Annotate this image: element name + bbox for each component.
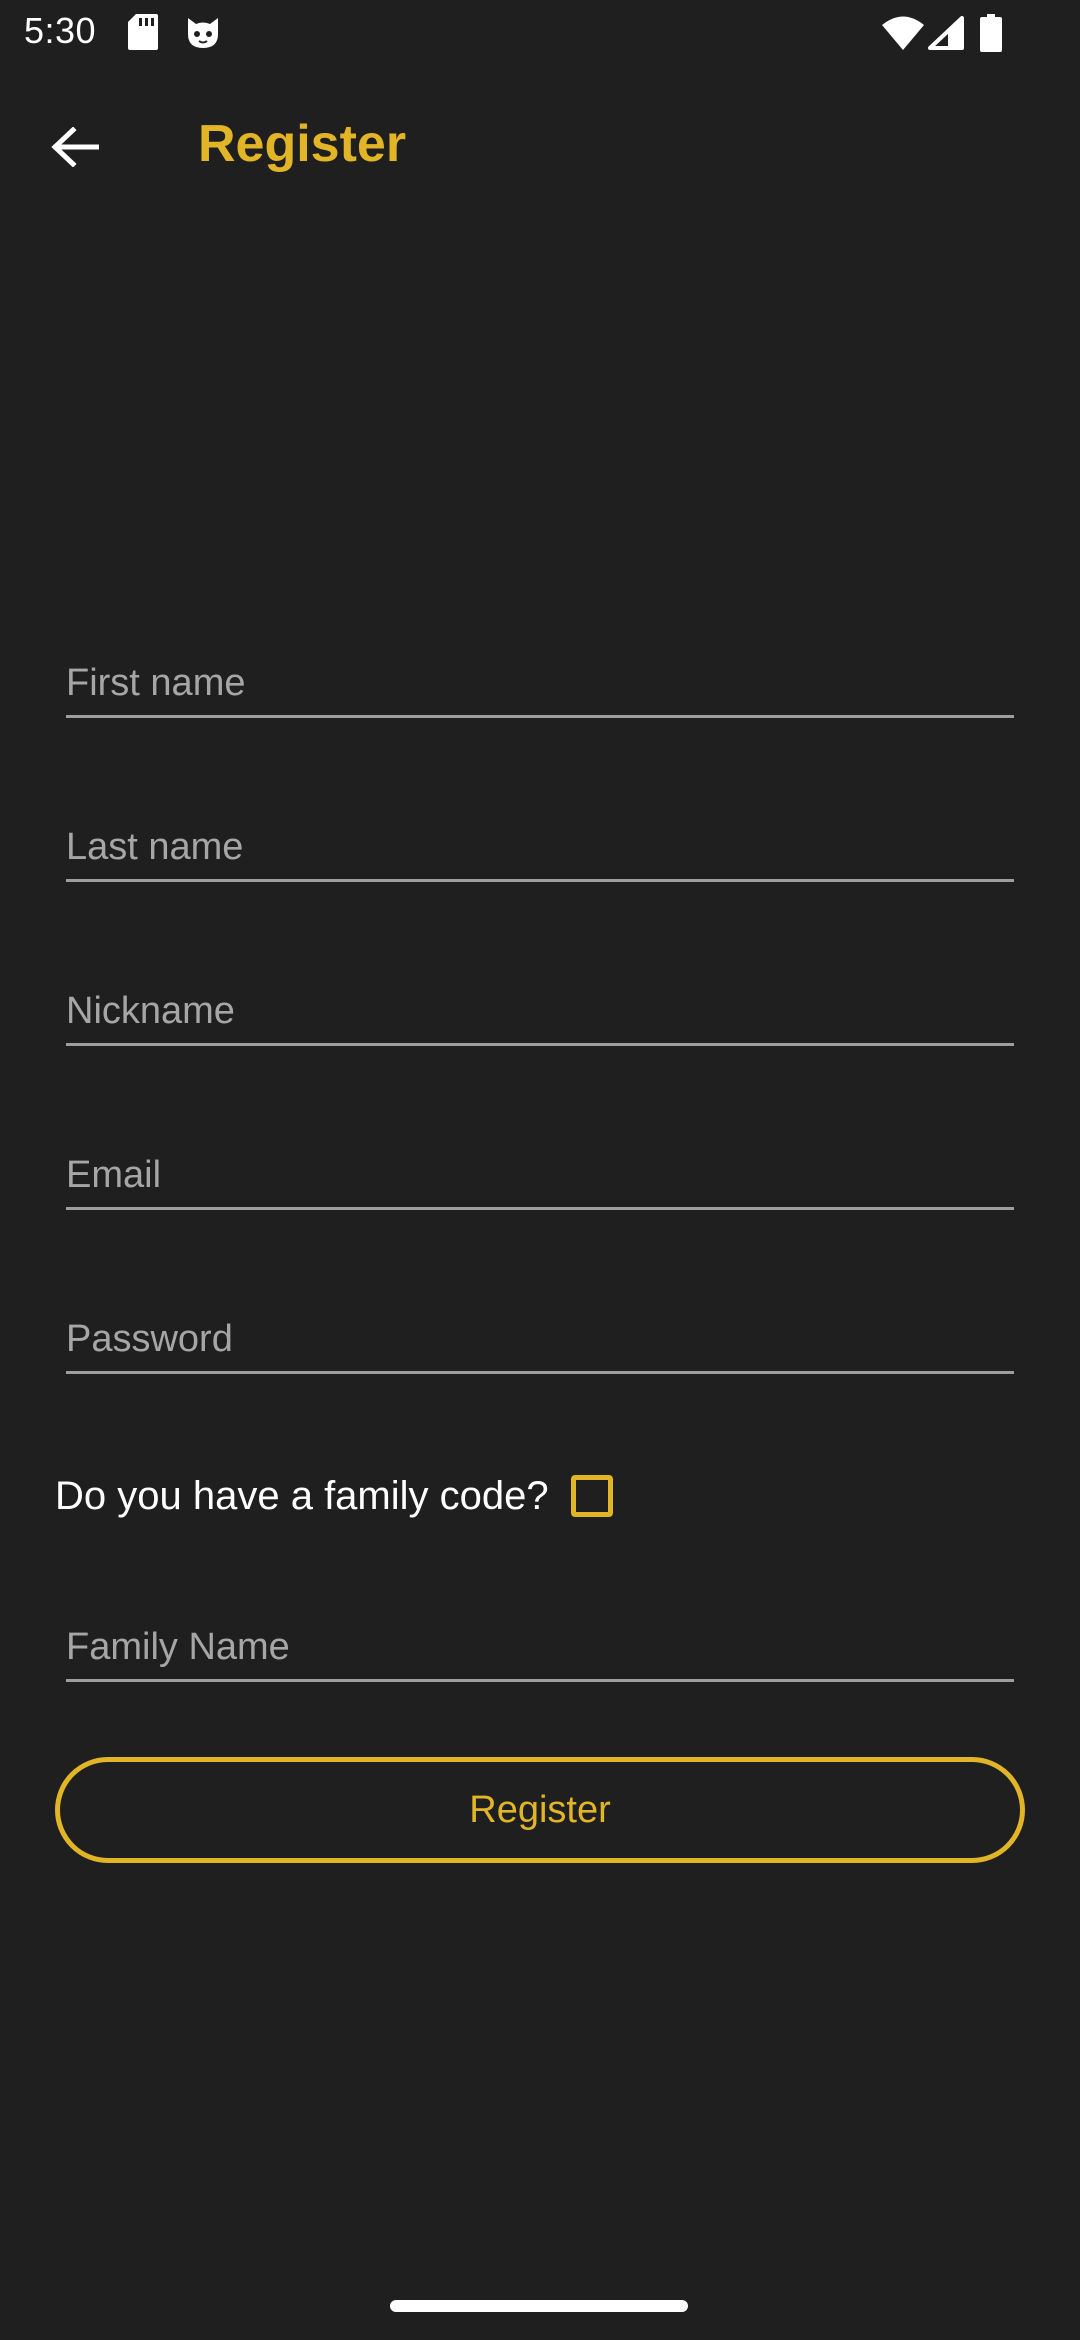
first-name-underline — [66, 715, 1014, 718]
password-field[interactable] — [66, 1304, 1014, 1374]
first-name-field-container — [66, 648, 1014, 718]
cat-face-icon — [184, 14, 222, 55]
register-button-label: Register — [469, 1788, 611, 1831]
nickname-field[interactable] — [66, 976, 1014, 1046]
family-code-label: Do you have a family code? — [55, 1473, 549, 1518]
last-name-underline — [66, 879, 1014, 882]
battery-icon — [980, 14, 1002, 57]
status-bar: 5:30 — [0, 0, 1080, 66]
password-underline — [66, 1371, 1014, 1374]
family-name-field[interactable] — [66, 1612, 1014, 1682]
register-screen: 5:30 Register First name Last name Nickn… — [0, 0, 1080, 2340]
page-title: Register — [198, 115, 407, 173]
status-time: 5:30 — [24, 10, 97, 51]
first-name-field[interactable] — [66, 648, 1014, 718]
email-field-container — [66, 1140, 1014, 1210]
family-name-field-container — [66, 1612, 1014, 1682]
app-bar: Register — [0, 66, 1080, 222]
sd-card-icon — [128, 14, 158, 55]
email-underline — [66, 1207, 1014, 1210]
wifi-icon — [882, 16, 924, 55]
last-name-field-container — [66, 812, 1014, 882]
nickname-field-container — [66, 976, 1014, 1046]
family-code-row: Do you have a family code? — [55, 1464, 613, 1528]
family-code-checkbox[interactable] — [570, 1475, 613, 1517]
signal-icon — [928, 16, 964, 55]
password-field-container — [66, 1304, 1014, 1374]
back-button[interactable] — [30, 104, 120, 194]
gesture-nav-handle[interactable] — [390, 2300, 688, 2312]
family-name-underline — [66, 1679, 1014, 1682]
arrow-back-icon — [51, 125, 100, 172]
register-button[interactable]: Register — [55, 1757, 1025, 1863]
email-field[interactable] — [66, 1140, 1014, 1210]
nickname-underline — [66, 1043, 1014, 1046]
last-name-field[interactable] — [66, 812, 1014, 882]
